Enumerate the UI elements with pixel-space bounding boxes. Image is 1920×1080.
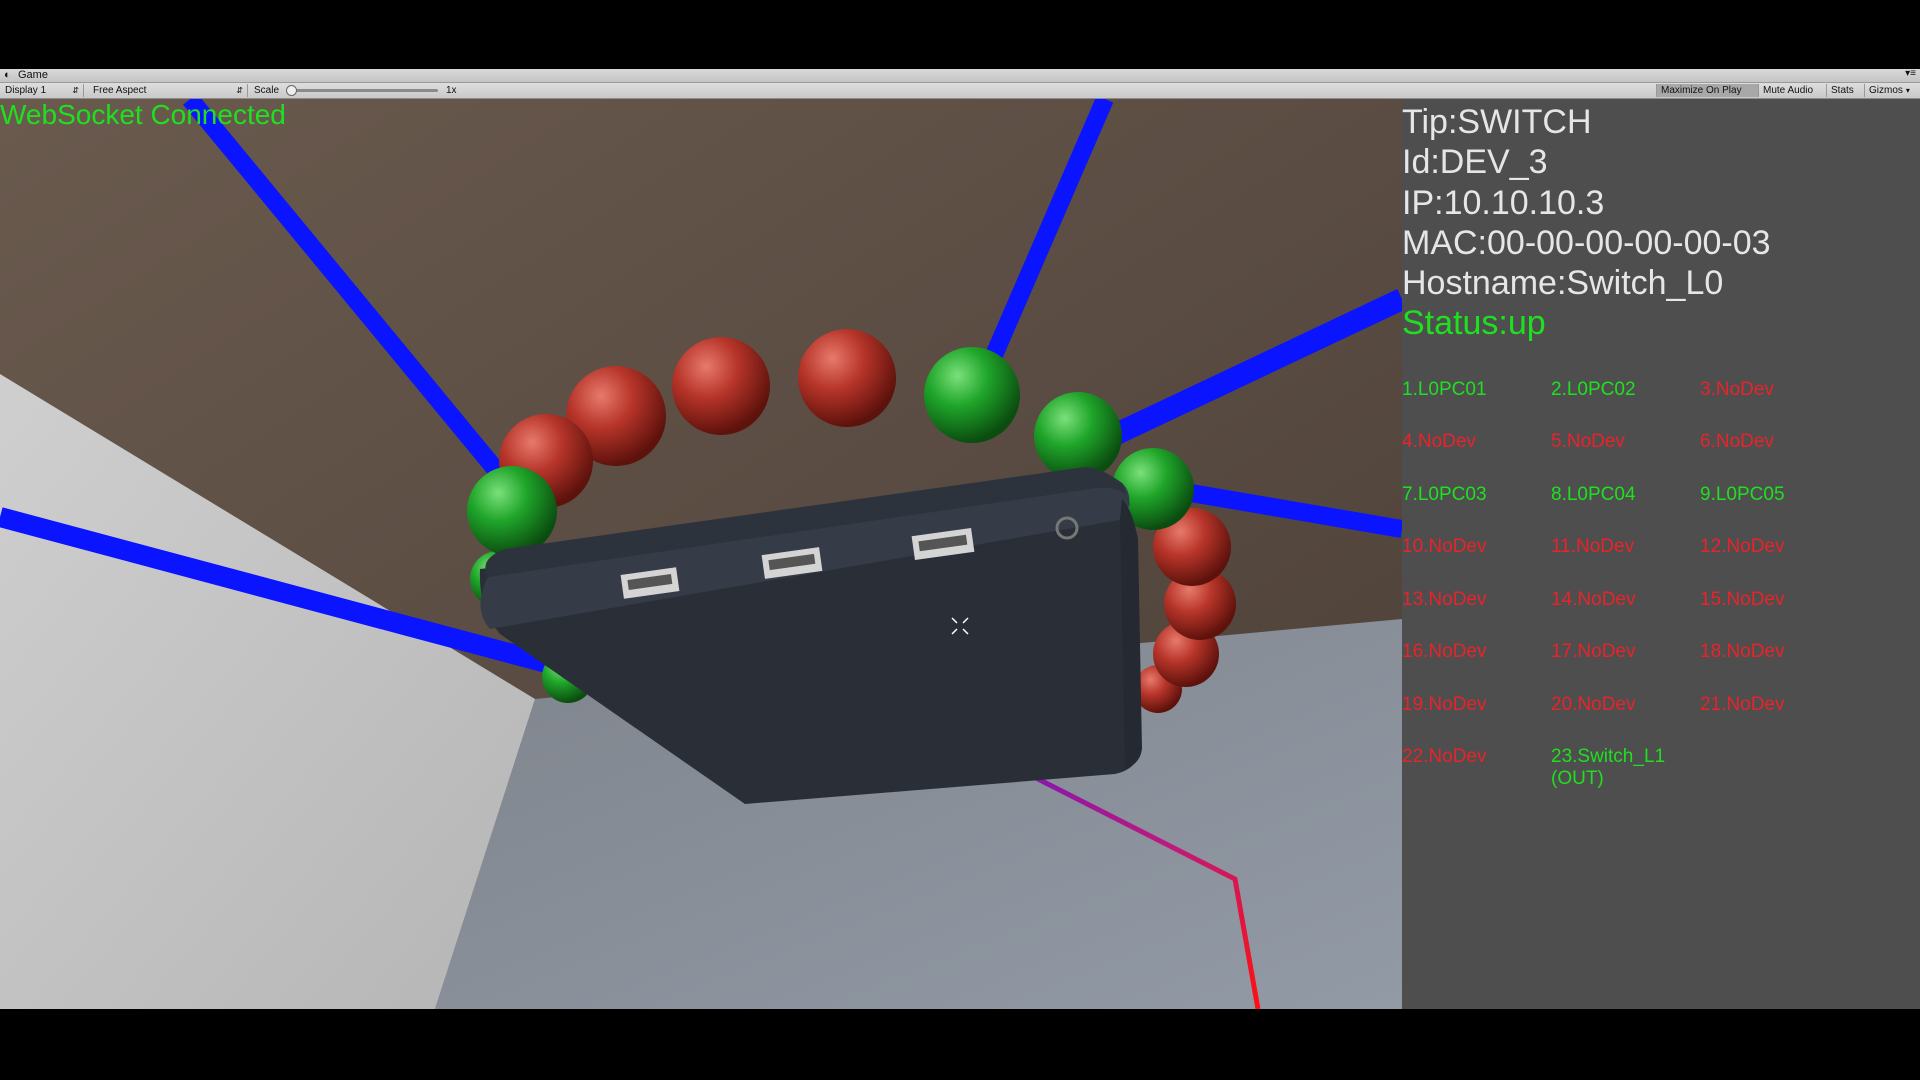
gizmos-dropdown-icon: ▾ (1905, 86, 1910, 95)
port-item: 11.NoDev (1551, 536, 1635, 557)
device-type: Tip:SWITCH (1402, 103, 1592, 141)
game-tab-icon: ◐ (4, 69, 11, 81)
port-item: 8.L0PC04 (1551, 484, 1636, 505)
port-item: 12.NoDev (1700, 536, 1785, 557)
port-item: 7.L0PC03 (1402, 484, 1487, 505)
game-viewport[interactable]: WebSocket Connected Tip:SWITCH Id:DEV_3 … (0, 99, 1920, 1009)
dropdown-arrow-icon: ⇵ (72, 86, 79, 95)
display-dropdown[interactable]: Display 1 ⇵ (0, 84, 84, 97)
dropdown-arrow-icon: ⇵ (236, 86, 243, 95)
game-window: ◐ Game ▾≡ Display 1 ⇵ Free Aspect ⇵ Scal… (0, 67, 1920, 1009)
scale-slider-track[interactable] (288, 89, 438, 92)
port-item: 3.NoDev (1700, 379, 1774, 400)
scale-slider-thumb[interactable] (286, 85, 297, 96)
port-item: 21.NoDev (1700, 694, 1785, 715)
port-item: 5.NoDev (1551, 431, 1625, 452)
port-sphere (924, 347, 1020, 443)
scale-label: Scale (254, 85, 280, 96)
device-mac: MAC:00-00-00-00-00-03 (1402, 224, 1771, 262)
port-item: 2.L0PC02 (1551, 379, 1636, 400)
port-item: 23.Switch_L1 (OUT) (1551, 746, 1666, 789)
port-item: 22.NoDev (1402, 746, 1487, 767)
window-menu-icon[interactable]: ▾≡ (1905, 67, 1916, 80)
port-sphere (1034, 392, 1122, 480)
aspect-dropdown[interactable]: Free Aspect ⇵ (88, 84, 248, 97)
window-title-bar: ◐ Game ▾≡ (0, 67, 1920, 83)
game-toolbar: Display 1 ⇵ Free Aspect ⇵ Scale 1x Maxim… (0, 83, 1920, 99)
port-item: 18.NoDev (1700, 641, 1785, 662)
port-item: 19.NoDev (1402, 694, 1487, 715)
device-status: Status:up (1402, 304, 1546, 342)
port-item: 17.NoDev (1551, 641, 1636, 662)
maximize-on-play-button[interactable]: Maximize On Play (1656, 84, 1758, 97)
display-dropdown-label: Display 1 (5, 85, 47, 96)
scene-3d (0, 99, 1402, 1009)
port-sphere (467, 466, 557, 556)
gizmos-button[interactable]: Gizmos ▾ (1864, 84, 1920, 97)
port-item: 13.NoDev (1402, 589, 1487, 610)
port-item: 9.L0PC05 (1700, 484, 1785, 505)
aspect-dropdown-label: Free Aspect (93, 85, 147, 96)
websocket-status: WebSocket Connected (0, 99, 286, 130)
device-info-panel: Tip:SWITCH Id:DEV_3 IP:10.10.10.3 MAC:00… (1402, 99, 1920, 1009)
device-hostname: Hostname:Switch_L0 (1402, 264, 1724, 302)
port-sphere (672, 337, 770, 435)
port-item: 20.NoDev (1551, 694, 1636, 715)
port-item: 10.NoDev (1402, 536, 1487, 557)
port-item: 14.NoDev (1551, 589, 1636, 610)
port-item: 1.L0PC01 (1402, 379, 1487, 400)
port-item: 16.NoDev (1402, 641, 1487, 662)
stats-button[interactable]: Stats (1826, 84, 1864, 97)
device-id: Id:DEV_3 (1402, 143, 1548, 181)
scale-value: 1x (446, 85, 457, 96)
crosshair-icon (951, 617, 969, 635)
port-sphere (798, 329, 896, 427)
port-item: 4.NoDev (1402, 431, 1476, 452)
window-title[interactable]: Game (18, 69, 48, 82)
port-item: 15.NoDev (1700, 589, 1785, 610)
gizmos-label: Gizmos (1869, 85, 1903, 96)
port-item: 6.NoDev (1700, 431, 1774, 452)
device-ip: IP:10.10.10.3 (1402, 184, 1605, 222)
mute-audio-button[interactable]: Mute Audio (1758, 84, 1826, 97)
